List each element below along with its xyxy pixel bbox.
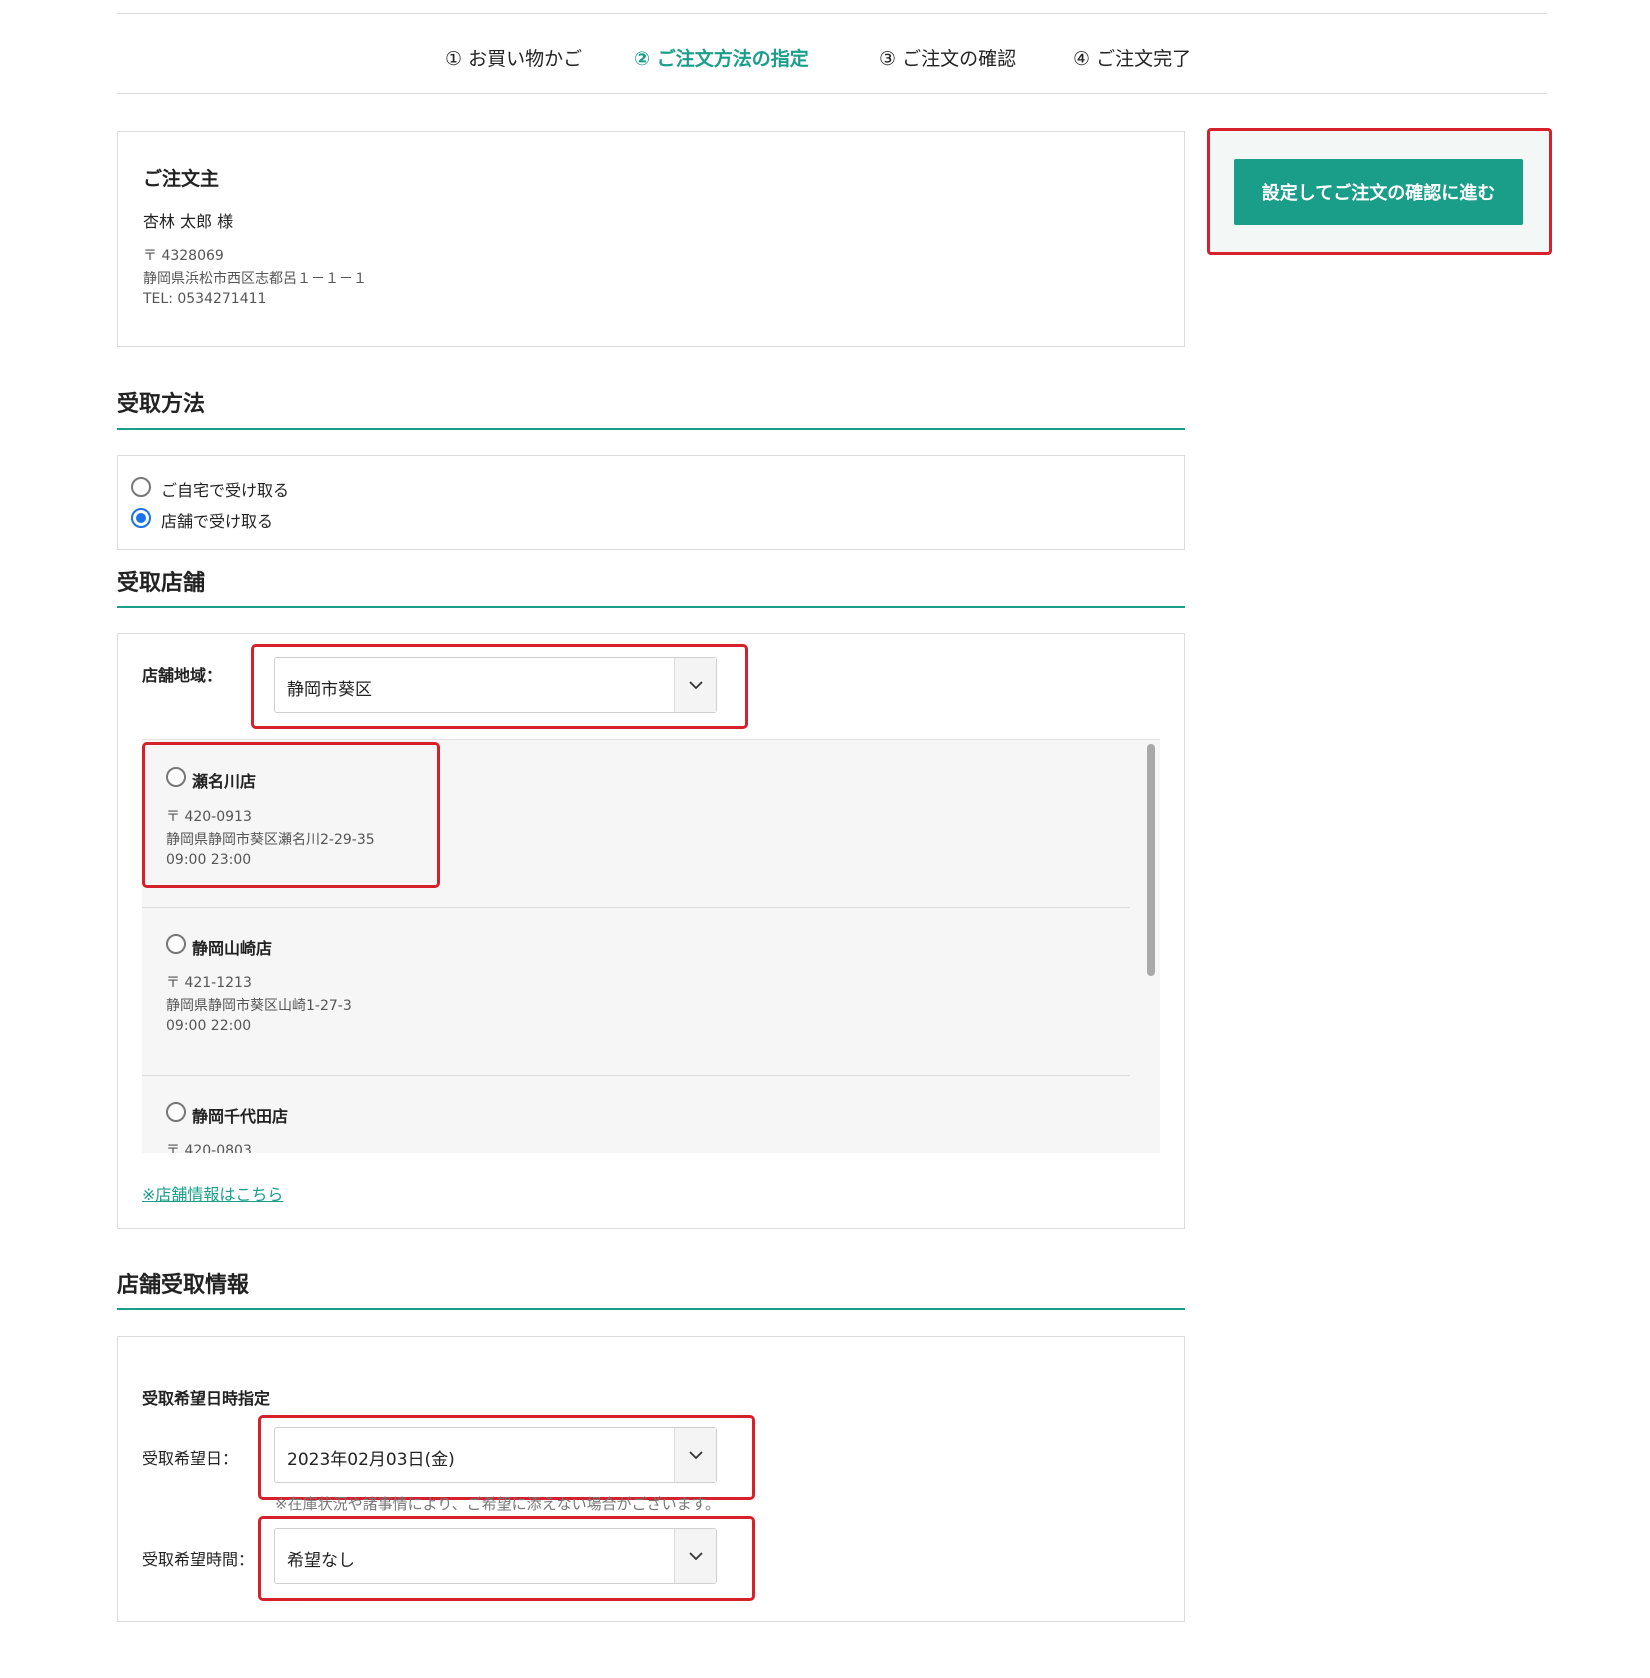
store-radio[interactable]: [166, 934, 186, 954]
step-order-confirm: ③ ご注文の確認: [879, 48, 1017, 70]
receive-method-title: 受取方法: [117, 392, 206, 417]
orderer-tel: TEL: 0534271411: [143, 291, 267, 307]
radio-home[interactable]: [131, 477, 151, 497]
store-highlight: [142, 742, 440, 888]
top-divider: [117, 13, 1547, 14]
orderer-postal: 〒 4328069: [143, 248, 224, 264]
pickup-date-value: 2023年02月03日(金): [287, 1450, 455, 1470]
store-name: 静岡千代田店: [192, 1107, 289, 1126]
store-info-link[interactable]: ※店舗情報はこちら: [142, 1181, 283, 1205]
pickup-datetime-subtitle: 受取希望日時指定: [142, 1389, 271, 1408]
pickup-date-select[interactable]: 2023年02月03日(金): [274, 1427, 717, 1483]
orderer-panel: ご注文主 杏林 太郎 様 〒 4328069 静岡県浜松市西区志都呂１－１－１ …: [117, 131, 1185, 347]
checkout-steps: ① お買い物かご ② ご注文方法の指定 ③ ご注文の確認 ④ ご注文完了: [0, 44, 1650, 74]
store-item[interactable]: 静岡千代田店 〒 420-0803: [142, 1076, 1130, 1153]
orderer-title: ご注文主: [143, 168, 220, 190]
orderer-address: 静岡県浜松市西区志都呂１－１－１: [143, 271, 367, 287]
step-order-complete: ④ ご注文完了: [1073, 48, 1192, 70]
chevron-down-icon: [674, 1428, 716, 1482]
steps-divider: [117, 93, 1547, 94]
store-item[interactable]: 静岡山崎店 〒 421-1213 静岡県静岡市葵区山崎1-27-3 09:00 …: [142, 908, 1130, 1075]
store-name: 静岡山崎店: [192, 939, 273, 958]
pickup-time-label: 受取希望時間：: [142, 1550, 255, 1569]
scrollbar-thumb[interactable]: [1147, 744, 1155, 976]
store-region-label: 店舗地域：: [142, 666, 223, 685]
radio-home-label[interactable]: ご自宅で受け取る: [161, 477, 289, 501]
store-rule: [117, 606, 1185, 608]
proceed-to-confirm-button[interactable]: 設定してご注文の確認に進む: [1234, 159, 1523, 225]
store-region-value: 静岡市葵区: [287, 680, 372, 700]
store-postal: 〒 420-0803: [166, 1143, 252, 1153]
chevron-down-icon: [674, 658, 716, 712]
receive-method-panel: ご自宅で受け取る 店舗で受け取る: [117, 455, 1185, 550]
receive-method-rule: [117, 428, 1185, 430]
radio-store[interactable]: [131, 508, 151, 528]
stock-note: ※在庫状況や諸事情により、ご希望に添えない場合がございます。: [275, 1495, 721, 1513]
pickup-date-label: 受取希望日：: [142, 1449, 239, 1468]
radio-store-label[interactable]: 店舗で受け取る: [161, 508, 273, 532]
pickup-info-rule: [117, 1308, 1185, 1310]
store-radio[interactable]: [166, 1102, 186, 1122]
store-postal: 〒 421-1213: [166, 975, 252, 991]
step-order-method: ② ご注文方法の指定: [634, 48, 809, 70]
orderer-name: 杏林 太郎 様: [143, 212, 234, 231]
pickup-info-title: 店舗受取情報: [117, 1273, 250, 1298]
cta-highlight: 設定してご注文の確認に進む: [1207, 128, 1552, 255]
pickup-time-value: 希望なし: [287, 1551, 355, 1571]
step-cart: ① お買い物かご: [445, 48, 583, 70]
store-address: 静岡県静岡市葵区山崎1-27-3: [166, 998, 352, 1014]
store-title: 受取店舗: [117, 571, 206, 596]
store-region-select[interactable]: 静岡市葵区: [274, 657, 717, 713]
pickup-time-select[interactable]: 希望なし: [274, 1528, 717, 1584]
store-hours: 09:00 22:00: [166, 1018, 252, 1034]
chevron-down-icon: [674, 1529, 716, 1583]
store-list-scrollbar[interactable]: [1142, 740, 1160, 1153]
